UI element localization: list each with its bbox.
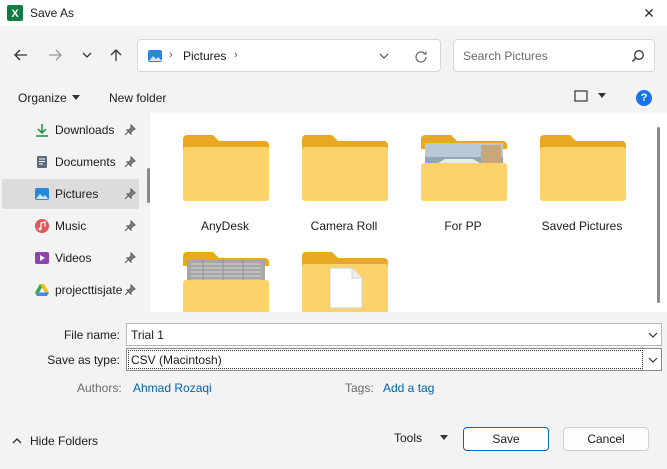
add-tag-link[interactable]: Add a tag bbox=[383, 381, 434, 395]
window-title: Save As bbox=[30, 6, 75, 20]
sidebar-item-label: Music bbox=[55, 219, 87, 233]
chevron-down-icon bbox=[71, 95, 80, 100]
save-form: File name: Trial 1 Save as type: CSV (Ma… bbox=[0, 312, 667, 412]
videos-icon bbox=[34, 250, 50, 266]
file-list: AnyDesk Camera Roll For PP Saved Picture… bbox=[150, 113, 667, 312]
chevron-down-icon bbox=[598, 93, 606, 98]
up-arrow-icon[interactable] bbox=[105, 44, 127, 66]
sidebar-item-label: Videos bbox=[55, 251, 92, 265]
save-type-label: Save as type: bbox=[47, 353, 120, 367]
file-name-input[interactable]: Trial 1 bbox=[126, 323, 662, 346]
breadcrumb-chevron-icon[interactable]: › bbox=[234, 49, 238, 61]
sidebar-item-label: Documents bbox=[55, 155, 116, 169]
authors-label: Authors: bbox=[77, 381, 122, 395]
save-type-select[interactable]: CSV (Macintosh) bbox=[126, 348, 662, 371]
search-placeholder: Search Pictures bbox=[463, 49, 548, 63]
folder-icon bbox=[302, 135, 388, 201]
folder-camera-roll[interactable]: Camera Roll bbox=[289, 113, 399, 233]
pin-icon bbox=[124, 220, 136, 232]
dialog-footer: Hide Folders Tools Save Cancel bbox=[0, 412, 667, 469]
pictures-icon bbox=[34, 186, 50, 202]
title-bar: X Save As ✕ bbox=[0, 0, 667, 26]
close-icon[interactable]: ✕ bbox=[640, 4, 658, 22]
folder-file-icon bbox=[302, 252, 388, 312]
chevron-down-icon bbox=[440, 435, 449, 440]
sidebar-item-videos[interactable]: Videos bbox=[2, 243, 139, 273]
organize-button[interactable]: Organize bbox=[18, 91, 80, 105]
folder-saved-pictures[interactable]: Saved Pictures bbox=[527, 113, 637, 233]
cancel-button[interactable]: Cancel bbox=[563, 427, 649, 451]
folder-item[interactable] bbox=[289, 230, 399, 312]
sidebar-item-downloads[interactable]: Downloads bbox=[2, 115, 139, 145]
tools-button[interactable]: Tools bbox=[394, 431, 449, 445]
search-icon[interactable] bbox=[631, 49, 645, 63]
folder-for-pp[interactable]: For PP bbox=[408, 113, 518, 233]
address-bar[interactable]: › Pictures › bbox=[137, 39, 441, 72]
folder-icon bbox=[183, 135, 269, 201]
pin-icon bbox=[124, 156, 136, 168]
documents-icon bbox=[34, 154, 50, 170]
tags-label: Tags: bbox=[345, 381, 374, 395]
navigation-bar: › Pictures › Search Pictures bbox=[0, 26, 667, 84]
folder-icon bbox=[540, 135, 626, 201]
breadcrumb-pictures[interactable]: Pictures bbox=[183, 49, 226, 63]
pin-icon bbox=[124, 252, 136, 264]
breadcrumb-chevron-icon: › bbox=[169, 49, 173, 61]
refresh-icon[interactable] bbox=[412, 48, 430, 66]
save-type-value: CSV (Macintosh) bbox=[131, 353, 222, 367]
new-folder-button[interactable]: New folder bbox=[109, 91, 166, 105]
content-scrollbar[interactable] bbox=[657, 127, 660, 303]
file-name-value: Trial 1 bbox=[131, 328, 164, 342]
address-dropdown-icon[interactable] bbox=[376, 48, 392, 64]
folder-name: For PP bbox=[444, 219, 482, 233]
folder-name: Saved Pictures bbox=[541, 219, 623, 233]
file-name-label: File name: bbox=[63, 328, 120, 342]
excel-icon: X bbox=[7, 5, 23, 21]
folder-photo-icon bbox=[421, 135, 507, 201]
help-icon[interactable]: ? bbox=[636, 90, 652, 106]
chevron-down-icon[interactable] bbox=[648, 355, 658, 365]
svg-text:X: X bbox=[11, 8, 19, 20]
sidebar-item-label: Downloads bbox=[55, 123, 115, 137]
sidebar-item-label: projecttisjate bbox=[55, 283, 123, 297]
pin-icon bbox=[124, 188, 136, 200]
cancel-button-label: Cancel bbox=[587, 432, 625, 446]
pictures-icon bbox=[148, 50, 162, 62]
folder-item[interactable] bbox=[170, 230, 280, 312]
sidebar-item-documents[interactable]: Documents bbox=[2, 147, 139, 177]
chevron-up-icon bbox=[12, 438, 22, 444]
folder-anydesk[interactable]: AnyDesk bbox=[170, 113, 280, 233]
view-icon bbox=[574, 90, 588, 102]
pin-icon bbox=[124, 124, 136, 136]
hide-folders-button[interactable]: Hide Folders bbox=[12, 434, 98, 448]
recent-locations-chevron-icon[interactable] bbox=[76, 44, 98, 66]
back-arrow-icon[interactable] bbox=[10, 44, 32, 66]
command-bar: Organize New folder ? bbox=[0, 84, 667, 113]
authors-value[interactable]: Ahmad Rozaqi bbox=[133, 381, 212, 395]
download-icon bbox=[34, 122, 50, 138]
search-input[interactable]: Search Pictures bbox=[453, 39, 655, 72]
view-options-button[interactable] bbox=[574, 90, 606, 102]
sidebar-item-google-drive[interactable]: projecttisjate bbox=[2, 275, 139, 305]
pin-icon bbox=[124, 284, 136, 296]
organize-label: Organize bbox=[18, 91, 67, 105]
sidebar-item-pictures[interactable]: Pictures bbox=[2, 179, 139, 209]
music-icon bbox=[34, 218, 50, 234]
hide-folders-label: Hide Folders bbox=[30, 434, 99, 448]
folder-document-icon bbox=[183, 252, 269, 312]
tools-label: Tools bbox=[394, 431, 423, 445]
chevron-down-icon[interactable] bbox=[648, 330, 658, 340]
forward-arrow-icon[interactable] bbox=[44, 44, 66, 66]
save-button[interactable]: Save bbox=[463, 427, 549, 451]
navigation-pane: Downloads Documents Pictures Music Video… bbox=[0, 113, 150, 312]
save-button-label: Save bbox=[492, 432, 520, 446]
sidebar-item-label: Pictures bbox=[55, 187, 99, 201]
sidebar-item-music[interactable]: Music bbox=[2, 211, 139, 241]
google-drive-icon bbox=[34, 282, 50, 298]
